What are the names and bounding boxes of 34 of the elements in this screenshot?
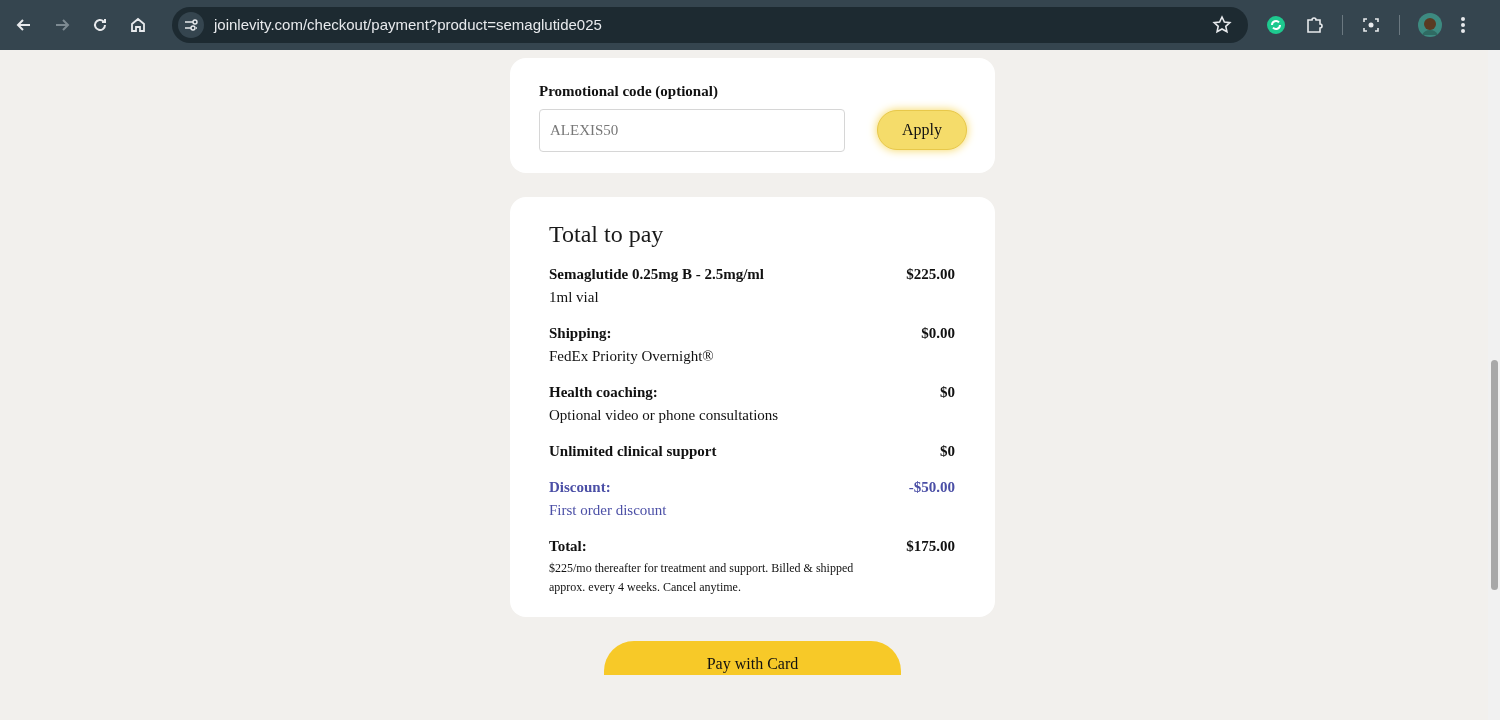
scrollbar[interactable] xyxy=(1488,50,1500,720)
profile-avatar-icon[interactable] xyxy=(1418,13,1442,37)
item-note: First order discount xyxy=(549,501,668,519)
item-amount: $175.00 xyxy=(906,537,955,555)
menu-icon[interactable] xyxy=(1460,16,1466,34)
bookmark-star-icon[interactable] xyxy=(1212,15,1232,35)
item-label: Discount: xyxy=(549,478,611,496)
puzzle-icon[interactable] xyxy=(1304,15,1324,35)
item-label: Shipping: xyxy=(549,324,612,342)
promo-code-field[interactable]: ALEXIS50 xyxy=(539,108,845,152)
screenshot-icon[interactable] xyxy=(1361,15,1381,35)
home-icon[interactable] xyxy=(128,15,148,35)
apply-button[interactable]: Apply xyxy=(877,110,967,150)
pay-with-card-button[interactable]: Pay with Card xyxy=(604,641,901,675)
site-settings-icon[interactable] xyxy=(178,12,204,38)
address-bar[interactable]: joinlevity.com/checkout/payment?product=semaglutide025 xyxy=(172,7,1248,43)
item-label: Total: xyxy=(549,537,587,555)
item-note: $225/mo thereafter for treatment and support. Billed & shipped approx. every 4 weeks. Cancel anytime. xyxy=(549,560,855,596)
item-amount: -$50.00 xyxy=(908,478,955,496)
summary-title: Total to pay xyxy=(549,220,665,249)
extension-icon[interactable] xyxy=(1266,15,1286,35)
item-amount: $225.00 xyxy=(906,265,955,283)
item-label: Semaglutide 0.25mg B - 2.5mg/ml xyxy=(549,265,764,283)
url-text: joinlevity.com/checkout/payment?product=semaglutide025 xyxy=(214,14,603,35)
item-label: Unlimited clinical support xyxy=(549,442,717,460)
item-note: 1ml vial xyxy=(549,288,600,306)
item-amount: $0 xyxy=(940,383,955,401)
item-note: FedEx Priority Overnight® xyxy=(549,347,715,365)
item-amount: $0 xyxy=(940,442,955,460)
item-note: Optional video or phone consultations xyxy=(549,406,780,424)
item-amount: $0.00 xyxy=(921,324,955,342)
scrollbar-thumb[interactable] xyxy=(1491,360,1498,590)
promo-label: Promotional code (optional) xyxy=(539,82,719,101)
item-label: Health coaching: xyxy=(549,383,658,401)
